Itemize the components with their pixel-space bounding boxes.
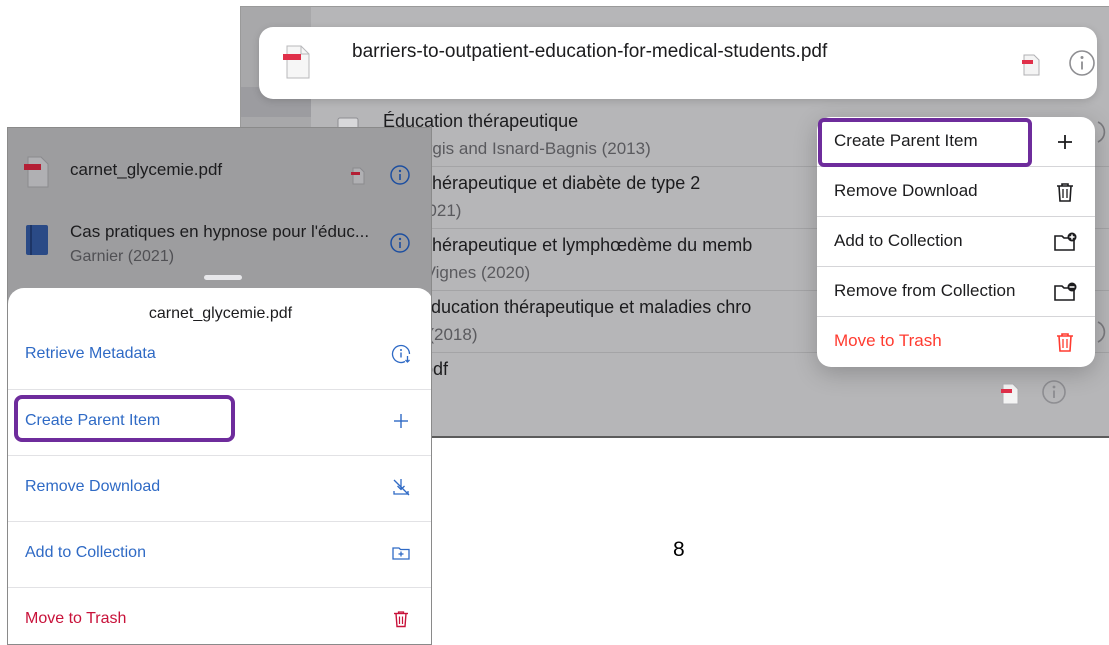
trash-red-icon (1057, 333, 1073, 352)
sheet-title: carnet_glycemie.pdf (148, 305, 293, 322)
item-title: ation thérapeutique et lymphœdème du mem… (383, 235, 753, 255)
info-icon[interactable] (1041, 379, 1067, 405)
remove-from-collection-menu-item[interactable]: Remove from Collection (817, 267, 1095, 317)
iphone-screenshot: carnet_glycemie.pdf Cas pratiques en hyp… (7, 127, 432, 645)
move-to-trash-button[interactable]: Move to Trash (8, 587, 431, 644)
trash-icon (394, 611, 408, 628)
menu-item-label: Remove from Collection (834, 281, 1016, 300)
item-title: Cas pratiques en hypnose pour l'éduc... (70, 222, 370, 241)
sheet-item-label: Add to Collection (25, 544, 146, 561)
sheet-item-label: Move to Trash (25, 610, 127, 627)
item-creator: Garnier (2021) (70, 248, 175, 265)
menu-item-label: Move to Trash (834, 331, 942, 350)
page-number: 8 (673, 538, 685, 561)
folder-add-icon (392, 547, 410, 560)
highlight-create-parent-item (14, 395, 235, 442)
pdf-icon (283, 45, 310, 79)
menu-item-label: Add to Collection (834, 231, 963, 250)
info-icon[interactable] (1096, 319, 1109, 345)
menu-item-label: Remove Download (834, 181, 978, 200)
pdf-icon (24, 156, 49, 188)
info-icon[interactable] (389, 164, 411, 186)
pdf-icon (1022, 54, 1040, 76)
remove-download-menu-item[interactable]: Remove Download (817, 167, 1095, 217)
action-sheet: carnet_glycemie.pdf Retrieve Metadata Cr… (8, 288, 431, 644)
plus-icon (1058, 135, 1072, 149)
remove-download-button[interactable]: Remove Download (8, 455, 431, 521)
item-title: carnet_glycemie.pdf (70, 160, 223, 179)
item-title: sité: éducation thérapeutique et maladie… (383, 297, 752, 317)
pdf-icon (351, 167, 365, 185)
info-icon[interactable] (389, 232, 411, 254)
remove-download-icon (393, 479, 410, 496)
highlight-create-parent-item (818, 118, 1032, 167)
list-item[interactable]: carnet_glycemie.pdf (8, 148, 431, 210)
folder-add-icon (1054, 232, 1077, 251)
trash-icon (1057, 183, 1073, 202)
folder-remove-icon (1054, 282, 1077, 301)
item-filename: barriers-to-outpatient-education-for-med… (352, 41, 828, 62)
info-icon[interactable] (1096, 119, 1109, 145)
retrieve-metadata-icon (391, 344, 411, 364)
selected-item-card[interactable]: barriers-to-outpatient-education-for-med… (259, 27, 1097, 99)
info-icon[interactable] (1068, 49, 1096, 77)
pdf-icon (1001, 383, 1019, 405)
sheet-grabber[interactable] (204, 275, 242, 280)
sheet-item-label: Remove Download (25, 478, 161, 495)
sheet-item-label: Retrieve Metadata (25, 345, 156, 362)
list-item[interactable]: Cas pratiques en hypnose pour l'éduc... … (8, 212, 431, 274)
retrieve-metadata-button[interactable]: Retrieve Metadata (8, 323, 431, 389)
add-to-collection-button[interactable]: Add to Collection (8, 521, 431, 587)
move-to-trash-menu-item[interactable]: Move to Trash (817, 317, 1095, 367)
add-to-collection-menu-item[interactable]: Add to Collection (817, 217, 1095, 267)
book-icon (26, 225, 48, 255)
plus-icon (394, 414, 408, 428)
